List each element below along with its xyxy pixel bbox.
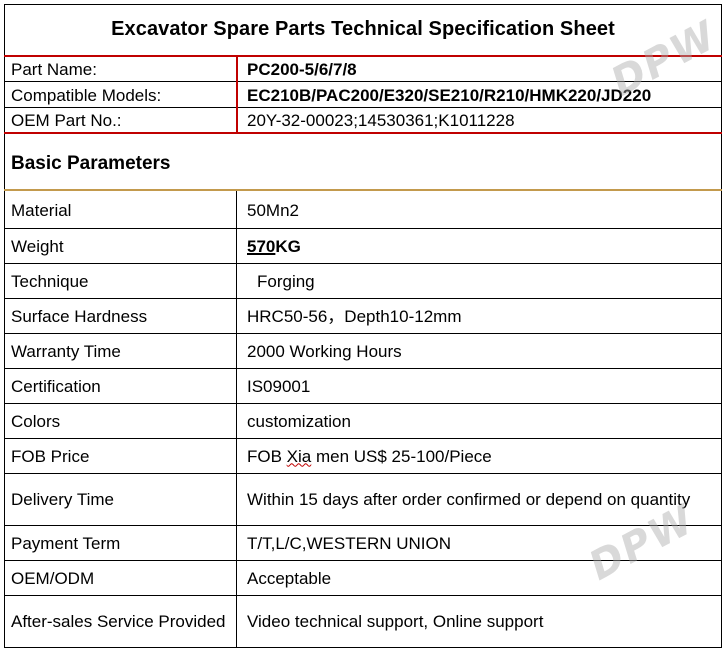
- fob-price-prefix: FOB: [247, 446, 287, 466]
- weight-unit: KG: [275, 236, 301, 256]
- part-name-label: Part Name:: [11, 60, 97, 79]
- material-value: 50Mn2: [247, 200, 299, 220]
- fob-price-value: FOB Xia men US$ 25-100/Piece: [247, 439, 717, 473]
- param-column-divider: [236, 191, 237, 648]
- material-label: Material: [11, 200, 72, 220]
- header-bottom-divider: [4, 132, 722, 134]
- colors-label: Colors: [11, 411, 61, 431]
- technique-label: Technique: [11, 271, 89, 291]
- warranty-label: Warranty Time: [11, 341, 121, 361]
- delivery-time-label: Delivery Time: [11, 490, 114, 509]
- header-column-divider: [236, 56, 238, 133]
- sheet-title: Excavator Spare Parts Technical Specific…: [111, 18, 615, 40]
- aftersales-label-cell: After-sales Service Provided: [11, 596, 236, 647]
- oem-part-no-value: 20Y-32-00023;14530361;K1011228: [247, 110, 515, 130]
- hardness-label: Surface Hardness: [11, 306, 148, 326]
- weight-label: Weight: [11, 236, 64, 256]
- fob-price-label: FOB Price: [11, 446, 90, 466]
- compatible-models-label: Compatible Models:: [11, 85, 162, 105]
- certification-label: Certification: [11, 376, 101, 396]
- oem-odm-label: OEM/ODM: [11, 568, 95, 588]
- warranty-value: 2000 Working Hours: [247, 341, 402, 361]
- hardness-value: HRC50-56，Depth10-12mm: [247, 306, 462, 326]
- payment-term-label: Payment Term: [11, 533, 121, 553]
- section-title: Basic Parameters: [11, 153, 171, 174]
- aftersales-value: Video technical support, Online support: [247, 612, 544, 631]
- aftersales-label: After-sales Service Provided: [11, 612, 226, 631]
- technique-value: Forging: [257, 271, 315, 291]
- spec-sheet: Excavator Spare Parts Technical Specific…: [0, 0, 727, 652]
- colors-value: customization: [247, 411, 351, 431]
- oem-part-no-label: OEM Part No.:: [11, 110, 122, 130]
- weight-value: 570 KG: [247, 229, 717, 263]
- fob-price-port: Xia: [286, 446, 312, 466]
- title-divider: [4, 55, 722, 57]
- weight-number: 570: [247, 236, 276, 256]
- section-divider: [4, 189, 722, 191]
- delivery-time-value: Within 15 days after order confirmed or …: [247, 489, 691, 509]
- fob-price-suffix: men US$ 25-100/Piece: [311, 446, 492, 466]
- certification-value: IS09001: [247, 376, 311, 396]
